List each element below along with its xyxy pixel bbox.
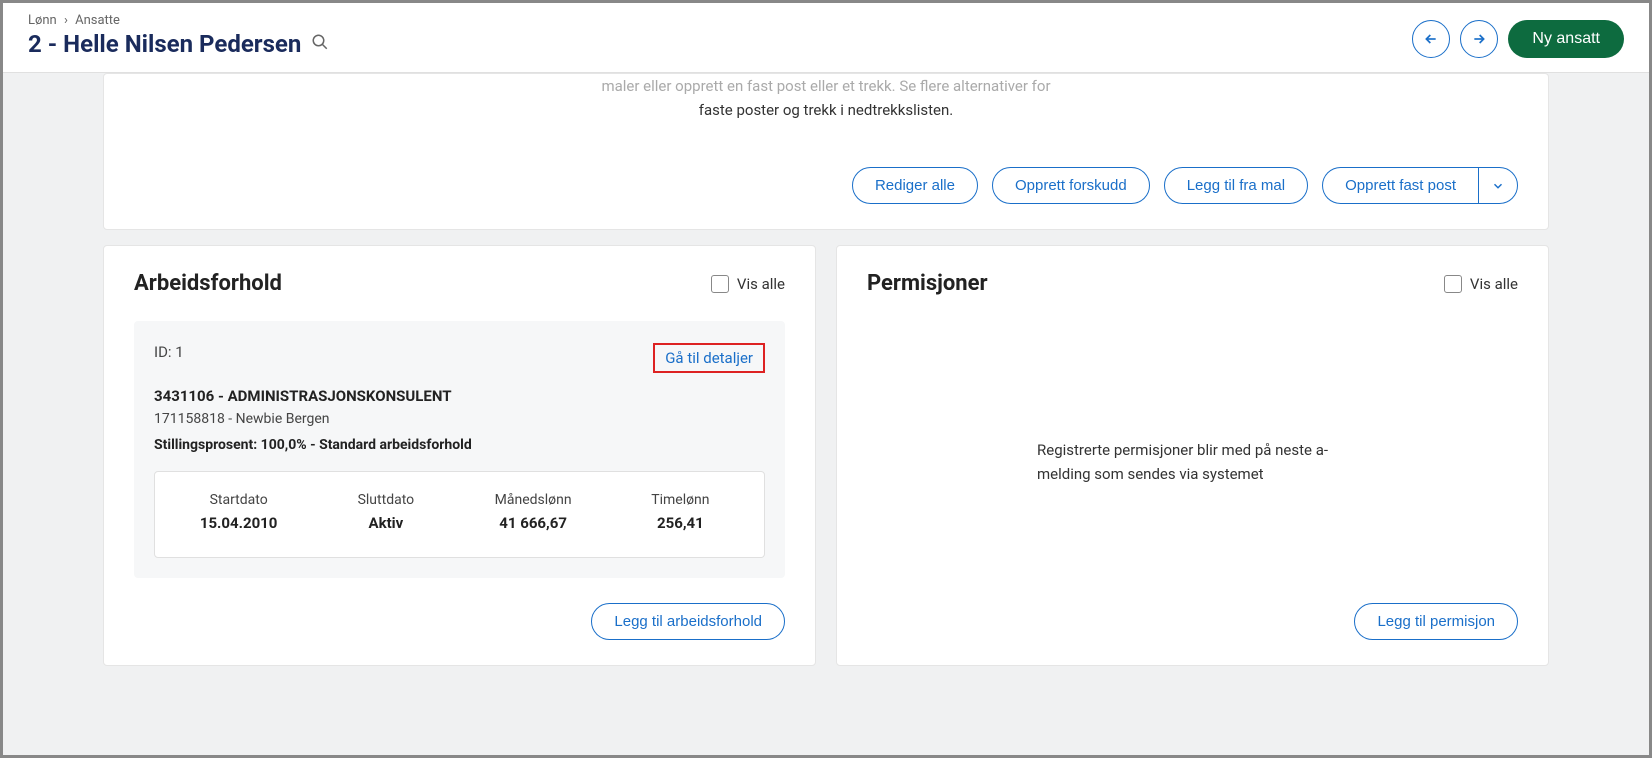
text-line1: maler eller opprett en fast post eller e… <box>134 74 1518 98</box>
opprett-forskudd-button[interactable]: Opprett forskudd <box>992 167 1150 204</box>
vis-alle-arbeidsforhold[interactable]: Vis alle <box>711 275 785 293</box>
permisjoner-actions: Legg til permisjon <box>867 603 1518 640</box>
page-header: Lønn › Ansatte 2 - Helle Nilsen Pedersen… <box>3 3 1649 73</box>
breadcrumb-current[interactable]: Ansatte <box>75 13 120 28</box>
breadcrumb: Lønn › Ansatte <box>28 13 329 28</box>
opprett-fast-post-split: Opprett fast post <box>1322 167 1518 204</box>
breadcrumb-root[interactable]: Lønn <box>28 13 57 28</box>
permisjoner-empty: Registrerte permisjoner blir med på nest… <box>867 321 1518 603</box>
chevron-down-icon <box>1491 179 1505 193</box>
sluttdato-label: Sluttdato <box>312 492 459 508</box>
next-button[interactable] <box>1460 20 1498 58</box>
stats-box: Startdato 15.04.2010 Sluttdato Aktiv Mån… <box>154 471 765 558</box>
employment-top: ID: 1 Gå til detaljer <box>154 343 765 373</box>
timelonn-value: 256,41 <box>607 514 754 532</box>
top-card-text: maler eller opprett en fast post eller e… <box>134 74 1518 122</box>
permisjoner-header: Permisjoner Vis alle <box>867 271 1518 296</box>
permisjoner-title: Permisjoner <box>867 271 988 296</box>
stat-sluttdato: Sluttdato Aktiv <box>312 492 459 532</box>
search-icon[interactable] <box>311 33 329 55</box>
top-card-actions: Rediger alle Opprett forskudd Legg til f… <box>134 167 1518 204</box>
prev-button[interactable] <box>1412 20 1450 58</box>
permisjoner-empty-text: Registrerte permisjoner blir med på nest… <box>1037 438 1337 486</box>
employment-org: 171158818 - Newbie Bergen <box>154 411 765 427</box>
page-title: 2 - Helle Nilsen Pedersen <box>28 30 301 58</box>
stat-startdato: Startdato 15.04.2010 <box>165 492 312 532</box>
top-info-card: maler eller opprett en fast post eller e… <box>103 73 1549 230</box>
opprett-fast-post-button[interactable]: Opprett fast post <box>1322 167 1478 204</box>
employment-position: 3431106 - ADMINISTRASJONSKONSULENT <box>154 387 765 405</box>
checkbox-icon <box>1444 275 1462 293</box>
vis-alle-label: Vis alle <box>737 275 785 293</box>
card-row: Arbeidsforhold Vis alle ID: 1 Gå til det… <box>103 245 1549 666</box>
legg-til-permisjon-button[interactable]: Legg til permisjon <box>1354 603 1518 640</box>
arbeidsforhold-actions: Legg til arbeidsforhold <box>134 603 785 640</box>
employment-percent: Stillingsprosent: 100,0% - Standard arbe… <box>154 437 765 453</box>
startdato-value: 15.04.2010 <box>165 514 312 532</box>
stat-timelonn: Timelønn 256,41 <box>607 492 754 532</box>
page-title-row: 2 - Helle Nilsen Pedersen <box>28 30 329 58</box>
permisjoner-card: Permisjoner Vis alle Registrerte permisj… <box>836 245 1549 666</box>
ny-ansatt-button[interactable]: Ny ansatt <box>1508 20 1624 58</box>
text-line2: faste poster og trekk i nedtrekkslisten. <box>134 98 1518 122</box>
startdato-label: Startdato <box>165 492 312 508</box>
manedslonn-value: 41 666,67 <box>460 514 607 532</box>
stat-manedslonn: Månedslønn 41 666,67 <box>460 492 607 532</box>
legg-til-arbeidsforhold-button[interactable]: Legg til arbeidsforhold <box>591 603 785 640</box>
header-actions: Ny ansatt <box>1412 20 1624 58</box>
arbeidsforhold-title: Arbeidsforhold <box>134 271 282 296</box>
vis-alle-permisjoner[interactable]: Vis alle <box>1444 275 1518 293</box>
employment-id: ID: 1 <box>154 343 184 361</box>
arbeidsforhold-card: Arbeidsforhold Vis alle ID: 1 Gå til det… <box>103 245 816 666</box>
content-area: maler eller opprett en fast post eller e… <box>3 73 1649 696</box>
opprett-fast-post-dropdown[interactable] <box>1478 167 1518 204</box>
vis-alle-label: Vis alle <box>1470 275 1518 293</box>
legg-til-fra-mal-button[interactable]: Legg til fra mal <box>1164 167 1308 204</box>
breadcrumb-separator: › <box>64 13 68 28</box>
header-left: Lønn › Ansatte 2 - Helle Nilsen Pedersen <box>28 13 329 58</box>
ga-til-detaljer-link[interactable]: Gå til detaljer <box>653 343 765 373</box>
timelonn-label: Timelønn <box>607 492 754 508</box>
checkbox-icon <box>711 275 729 293</box>
sluttdato-value: Aktiv <box>312 514 459 532</box>
rediger-alle-button[interactable]: Rediger alle <box>852 167 978 204</box>
employment-box: ID: 1 Gå til detaljer 3431106 - ADMINIST… <box>134 321 785 578</box>
arbeidsforhold-header: Arbeidsforhold Vis alle <box>134 271 785 296</box>
manedslonn-label: Månedslønn <box>460 492 607 508</box>
